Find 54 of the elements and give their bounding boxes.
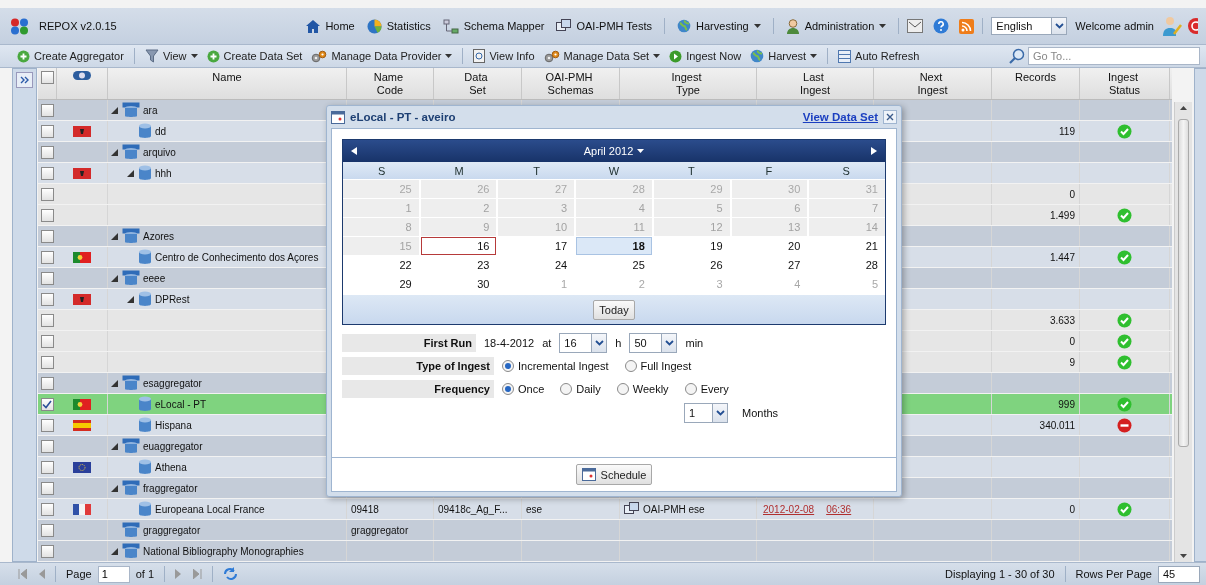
name-text: Centro de Conhecimento dos Açores	[155, 251, 319, 263]
name-text: fraggregator	[143, 482, 198, 494]
weekday-label: S	[841, 164, 851, 177]
records-count: 119	[1059, 125, 1075, 137]
weekday-label: M	[453, 164, 465, 177]
name-text: ara	[143, 104, 158, 116]
name-text: esaggregator	[143, 377, 202, 389]
name-text: Europeana Local France	[155, 503, 265, 515]
months-label: Months	[742, 407, 779, 419]
name-text: DPRest	[155, 293, 190, 305]
page-label: Page	[66, 568, 92, 580]
first-run-date: 18-4-2012	[484, 337, 535, 349]
name-text: hhh	[155, 167, 172, 179]
records-count: 0	[1069, 335, 1075, 347]
records-count: 1.499	[1049, 209, 1075, 221]
app-title: REPOX v2.0.15	[39, 20, 117, 32]
records-count: 340.011	[1039, 419, 1075, 431]
welcome-text: Welcome admin	[1075, 20, 1154, 32]
displaying-text: Displaying 1 - 30 of 30	[945, 568, 1055, 580]
name-text: eLocal - PT	[155, 398, 207, 410]
records-count: 3.633	[1049, 314, 1075, 326]
name-text: National Bibliography Monographies	[143, 545, 304, 557]
records-count: 999	[1058, 398, 1075, 410]
weekday-label: W	[607, 164, 621, 177]
name-code-text: graggregator	[351, 524, 409, 536]
schema-text: ese	[526, 503, 543, 515]
weekday-label: T	[532, 164, 541, 177]
name-text: Azores	[143, 230, 175, 242]
at-label: at	[542, 337, 552, 349]
frequency-label: Frequency	[342, 380, 494, 398]
name-text: dd	[155, 125, 167, 137]
name-text: graggregator	[143, 524, 201, 536]
dialog-title: eLocal - PT - aveiro	[350, 111, 456, 123]
weekday-label: F	[764, 164, 774, 177]
name-text: arquivo	[143, 146, 176, 158]
name-text: eeee	[143, 272, 166, 284]
name-text: euaggregator	[143, 440, 203, 452]
records-count: 0	[1069, 503, 1075, 515]
first-run-label: First Run	[342, 334, 476, 352]
minute-unit: min	[685, 337, 704, 349]
name-code-text: 09418	[351, 503, 379, 515]
rows-per-page-label: Rows Per Page	[1075, 568, 1152, 580]
data-set-text: 09418c_Ag_F...	[438, 503, 508, 515]
page-count: of 1	[135, 568, 155, 580]
ingest-type-text: OAI-PMH ese	[643, 503, 705, 515]
name-text: Hispana	[155, 419, 192, 431]
weekday-label: T	[687, 164, 696, 177]
name-text: Athena	[155, 461, 187, 473]
ingest-type-label: Type of Ingest	[342, 357, 494, 375]
records-count: 1.447	[1049, 251, 1075, 263]
hour-unit: h	[615, 337, 622, 349]
records-count: 9	[1069, 356, 1075, 368]
weekday-label: S	[377, 164, 387, 177]
records-count: 0	[1069, 188, 1075, 200]
